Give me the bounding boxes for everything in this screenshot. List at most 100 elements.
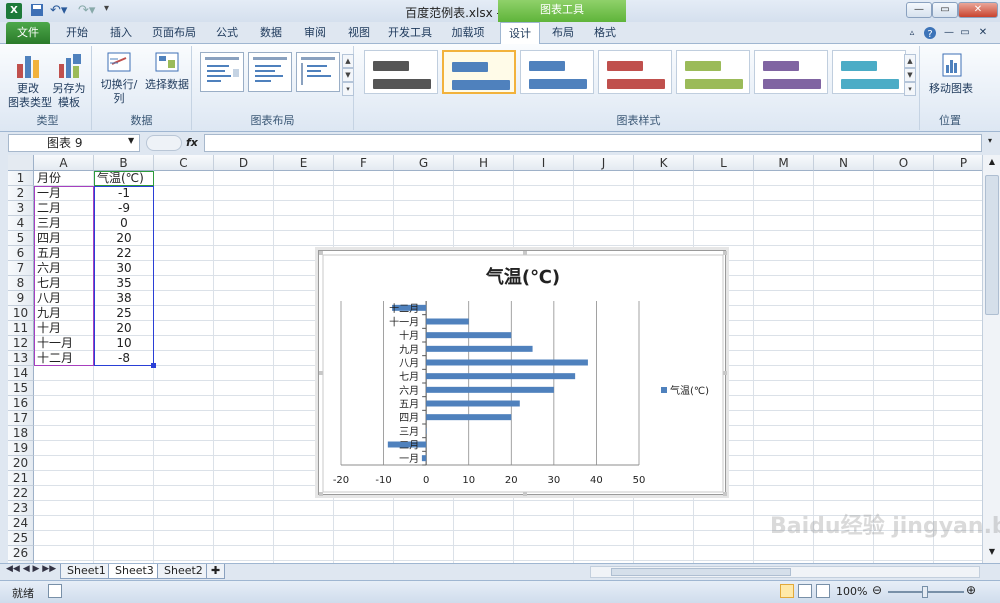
column-header-H[interactable]: H [454,155,514,171]
layout-thumb-2[interactable] [248,52,292,92]
page-break-view-icon[interactable] [816,584,830,598]
chart-style-thumb-2[interactable] [442,50,516,94]
sheet-tab-sheet3[interactable]: Sheet3 [108,564,161,579]
scroll-up-icon[interactable]: ▲ [985,157,999,171]
doc-restore-button[interactable]: ▭ [958,22,972,44]
row-header-11[interactable]: 11 [8,321,34,336]
range-resize-handle[interactable] [151,363,156,368]
tab-page-layout[interactable]: 页面布局 [146,22,202,44]
column-header-N[interactable]: N [814,155,874,171]
row-header-10[interactable]: 10 [8,306,34,321]
tab-insert[interactable]: 插入 [102,22,140,44]
minimize-button[interactable]: — [906,2,932,18]
tab-developer[interactable]: 开发工具 [384,22,436,44]
close-button[interactable]: ✕ [958,2,998,18]
row-header-14[interactable]: 14 [8,366,34,381]
vertical-scrollbar[interactable]: ▲ ▼ [982,155,1000,563]
row-header-4[interactable]: 4 [8,216,34,231]
column-header-E[interactable]: E [274,155,334,171]
vertical-scroll-thumb[interactable] [985,175,999,315]
column-header-I[interactable]: I [514,155,574,171]
row-header-13[interactable]: 13 [8,351,34,366]
column-header-C[interactable]: C [154,155,214,171]
row-header-1[interactable]: 1 [8,171,34,186]
minimize-ribbon-icon[interactable]: ▵ [906,22,918,44]
scroll-down-icon[interactable]: ▼ [985,547,999,561]
styles-scroll-up[interactable]: ▲ [904,54,916,68]
column-header-A[interactable]: A [34,155,94,171]
cell-A1[interactable]: 月份 [37,171,61,186]
normal-view-icon[interactable] [780,584,794,598]
layout-scroll-up[interactable]: ▲ [342,54,354,68]
tab-file[interactable]: 文件 [6,22,50,44]
chart-style-thumb-1[interactable] [364,50,438,94]
row-header-20[interactable]: 20 [8,456,34,471]
embedded-chart[interactable]: 气温(℃) -20 -10 0 10 20 30 40 50 一月 二月 三月 四月 五月 六月 七月 八月 九月… [318,250,727,496]
layout-gallery-more[interactable]: ▾ [342,82,354,96]
tab-design[interactable]: 设计 [500,22,540,45]
formula-input[interactable] [204,134,982,152]
row-header-16[interactable]: 16 [8,396,34,411]
zoom-in-icon[interactable]: ⊕ [966,583,976,597]
tab-formulas[interactable]: 公式 [208,22,246,44]
maximize-button[interactable]: ▭ [932,2,958,18]
row-header-21[interactable]: 21 [8,471,34,486]
row-header-2[interactable]: 2 [8,186,34,201]
help-icon[interactable]: ? [922,22,938,44]
chart-style-thumb-5[interactable] [676,50,750,94]
row-header-25[interactable]: 25 [8,531,34,546]
switch-row-column-button[interactable]: 切换行/列 [96,50,142,106]
column-header-F[interactable]: F [334,155,394,171]
insert-sheet-icon[interactable]: ✚ [206,564,226,579]
chart-style-thumb-7[interactable] [832,50,906,94]
styles-scroll-down[interactable]: ▼ [904,68,916,82]
column-header-M[interactable]: M [754,155,814,171]
row-header-18[interactable]: 18 [8,426,34,441]
row-header-23[interactable]: 23 [8,501,34,516]
styles-gallery-more[interactable]: ▾ [904,82,916,96]
row-header-3[interactable]: 3 [8,201,34,216]
row-header-8[interactable]: 8 [8,276,34,291]
tab-home[interactable]: 开始 [58,22,96,44]
chart-style-thumb-3[interactable] [520,50,594,94]
row-header-19[interactable]: 19 [8,441,34,456]
insert-function-icon[interactable]: fx [186,136,198,149]
save-as-template-button[interactable]: 另存为 模板 [50,50,88,110]
column-header-P[interactable]: P [934,155,982,171]
select-all-corner[interactable] [8,155,34,171]
tab-format[interactable]: 格式 [586,22,624,44]
tab-layout[interactable]: 布局 [544,22,582,44]
layout-thumb-3[interactable] [296,52,340,92]
column-header-B[interactable]: B [94,155,154,171]
sheet-nav-icons[interactable]: ◀◀ ◀ ▶ ▶▶ [6,564,56,574]
column-header-J[interactable]: J [574,155,634,171]
row-header-7[interactable]: 7 [8,261,34,276]
column-header-D[interactable]: D [214,155,274,171]
doc-close-button[interactable]: ✕ [976,22,990,44]
row-header-22[interactable]: 22 [8,486,34,501]
name-box-dropdown-icon[interactable]: ▼ [128,136,134,145]
tab-addins[interactable]: 加载项 [446,22,490,44]
tab-review[interactable]: 审阅 [296,22,334,44]
sheet-tab-sheet2[interactable]: Sheet2 [157,564,210,579]
row-header-24[interactable]: 24 [8,516,34,531]
column-header-G[interactable]: G [394,155,454,171]
move-chart-button[interactable]: 移动图表 [924,50,978,96]
chart-style-thumb-4[interactable] [598,50,672,94]
select-data-button[interactable]: 选择数据 [144,50,190,92]
column-header-O[interactable]: O [874,155,934,171]
row-header-6[interactable]: 6 [8,246,34,261]
row-header-5[interactable]: 5 [8,231,34,246]
layout-scroll-down[interactable]: ▼ [342,68,354,82]
row-header-15[interactable]: 15 [8,381,34,396]
column-header-K[interactable]: K [634,155,694,171]
formula-bar-splitter[interactable] [146,135,182,151]
sheet-tab-sheet1[interactable]: Sheet1 [60,564,113,579]
row-header-17[interactable]: 17 [8,411,34,426]
change-chart-type-button[interactable]: 更改 图表类型 [8,50,52,110]
zoom-level[interactable]: 100% [836,585,867,598]
row-header-9[interactable]: 9 [8,291,34,306]
page-layout-view-icon[interactable] [798,584,812,598]
layout-thumb-1[interactable] [200,52,244,92]
tab-data[interactable]: 数据 [252,22,290,44]
